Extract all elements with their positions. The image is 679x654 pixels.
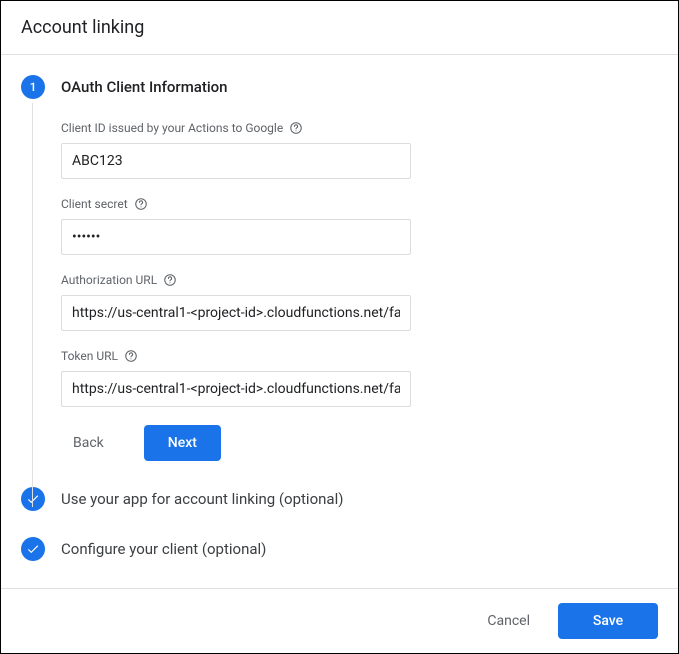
label-text: Client secret bbox=[61, 197, 128, 211]
step-use-app-linking[interactable]: Use your app for account linking (option… bbox=[21, 487, 658, 511]
client-id-input[interactable] bbox=[61, 143, 411, 179]
help-icon[interactable] bbox=[289, 121, 303, 135]
client-secret-input[interactable] bbox=[61, 219, 411, 255]
field-label: Authorization URL bbox=[61, 273, 658, 287]
help-icon[interactable] bbox=[163, 273, 177, 287]
step-title: Configure your client (optional) bbox=[61, 537, 658, 561]
field-label: Client ID issued by your Actions to Goog… bbox=[61, 121, 658, 135]
field-label: Client secret bbox=[61, 197, 658, 211]
back-button[interactable]: Back bbox=[61, 427, 116, 459]
step-body: OAuth Client Information Client ID issue… bbox=[61, 75, 658, 487]
save-button[interactable]: Save bbox=[558, 603, 658, 639]
cancel-button[interactable]: Cancel bbox=[473, 605, 544, 637]
next-button[interactable]: Next bbox=[144, 425, 221, 461]
field-token-url: Token URL bbox=[61, 349, 658, 407]
field-client-secret: Client secret bbox=[61, 197, 658, 255]
step-title: OAuth Client Information bbox=[61, 75, 658, 99]
step-body: Use your app for account linking (option… bbox=[61, 487, 658, 511]
token-url-input[interactable] bbox=[61, 371, 411, 407]
label-text: Authorization URL bbox=[61, 273, 157, 287]
content-area: 1 OAuth Client Information Client ID iss… bbox=[1, 55, 678, 561]
step-title: Use your app for account linking (option… bbox=[61, 487, 658, 511]
field-auth-url: Authorization URL bbox=[61, 273, 658, 331]
page-title: Account linking bbox=[1, 1, 678, 55]
field-client-id: Client ID issued by your Actions to Goog… bbox=[61, 121, 658, 179]
step-number-icon: 1 bbox=[21, 75, 45, 99]
help-icon[interactable] bbox=[134, 197, 148, 211]
form-group: Client ID issued by your Actions to Goog… bbox=[61, 121, 658, 407]
step-oauth-client-info: 1 OAuth Client Information Client ID iss… bbox=[21, 75, 658, 487]
help-icon[interactable] bbox=[124, 349, 138, 363]
check-icon bbox=[21, 537, 45, 561]
step-button-row: Back Next bbox=[61, 425, 658, 461]
step-connector-line bbox=[32, 103, 33, 507]
auth-url-input[interactable] bbox=[61, 295, 411, 331]
label-text: Token URL bbox=[61, 349, 118, 363]
field-label: Token URL bbox=[61, 349, 658, 363]
check-icon bbox=[21, 487, 45, 511]
label-text: Client ID issued by your Actions to Goog… bbox=[61, 121, 283, 135]
footer: Cancel Save bbox=[1, 588, 678, 653]
step-body: Configure your client (optional) bbox=[61, 537, 658, 561]
step-configure-client[interactable]: Configure your client (optional) bbox=[21, 537, 658, 561]
